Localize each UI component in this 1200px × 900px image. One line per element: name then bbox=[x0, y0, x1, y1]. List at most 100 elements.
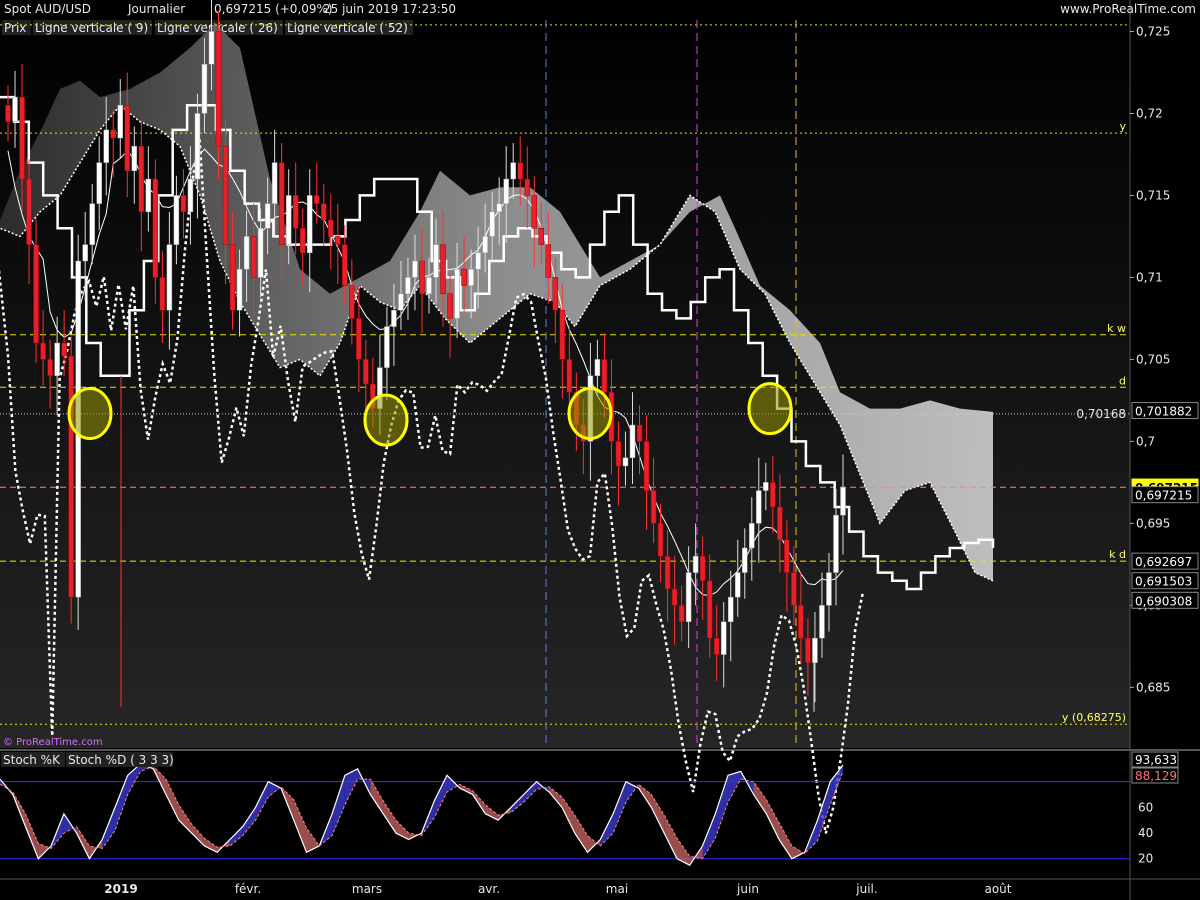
y-tick-label: 0,72 bbox=[1136, 106, 1163, 120]
stoch-tick-label: 40 bbox=[1138, 826, 1153, 840]
candle-body bbox=[784, 539, 790, 573]
price-tag-label: 0,70168 bbox=[1076, 407, 1126, 421]
candle-body bbox=[26, 178, 32, 245]
price-tag-label: 0,697215 bbox=[1135, 489, 1192, 503]
candle-body bbox=[727, 596, 734, 622]
candle-body bbox=[770, 482, 776, 508]
candle-body bbox=[489, 211, 495, 237]
stoch-d-legend[interactable]: Stoch %D ( 3 3 3) bbox=[68, 753, 174, 767]
aud-usd-chart: Spot AUD/USD Journalier 0,697215 (+0,09%… bbox=[0, 0, 1200, 900]
level-label: y bbox=[1119, 120, 1126, 133]
candle-body bbox=[117, 105, 124, 139]
stoch-tick-label: 20 bbox=[1138, 852, 1153, 866]
candle-body bbox=[734, 572, 741, 598]
month-label: juil. bbox=[855, 882, 877, 896]
candle-body bbox=[124, 105, 131, 172]
candle-body bbox=[82, 244, 88, 262]
candle-body bbox=[461, 268, 467, 286]
y-tick-label: 0,725 bbox=[1136, 24, 1170, 38]
candle-body bbox=[426, 277, 432, 295]
candle-body bbox=[194, 113, 201, 180]
candle-body bbox=[166, 244, 173, 311]
candle-body bbox=[447, 293, 453, 319]
candle-body bbox=[720, 621, 727, 655]
candle-body bbox=[243, 236, 250, 270]
header-period: Journalier bbox=[127, 2, 185, 16]
stoch-tick-label: 60 bbox=[1138, 800, 1153, 814]
highlight-circle bbox=[567, 387, 613, 441]
candle-body bbox=[826, 572, 832, 606]
header-last-quote: 0,697215 (+0,09%) bbox=[214, 2, 333, 16]
candle-body bbox=[236, 268, 243, 311]
month-label: août bbox=[984, 882, 1011, 896]
candle-body bbox=[278, 162, 285, 245]
watermark: © ProRealTime.com bbox=[3, 737, 103, 748]
highlight-circle bbox=[67, 387, 113, 441]
candle-body bbox=[40, 342, 46, 360]
header-site[interactable]: www.ProRealTime.com bbox=[1060, 2, 1196, 16]
stoch-k-legend[interactable]: Stoch %K bbox=[3, 753, 61, 767]
y-tick-label: 0,715 bbox=[1136, 188, 1170, 202]
month-label: mars bbox=[352, 882, 382, 896]
candle-body bbox=[742, 547, 748, 573]
candle-body bbox=[110, 129, 117, 139]
highlight-circle bbox=[363, 393, 409, 447]
candle-body bbox=[777, 506, 783, 541]
candle-body bbox=[12, 96, 18, 122]
candle-body bbox=[475, 252, 481, 270]
candle-body bbox=[229, 244, 236, 311]
candle-body bbox=[615, 441, 622, 467]
candle-body bbox=[321, 203, 327, 221]
candle-body bbox=[601, 359, 608, 393]
candle-body bbox=[152, 178, 159, 278]
candle-body bbox=[264, 203, 271, 229]
candle-body bbox=[503, 178, 509, 204]
candle-body bbox=[285, 195, 292, 245]
candle-body bbox=[335, 236, 341, 245]
candle-body bbox=[19, 96, 25, 180]
price-tag-label: 0,690308 bbox=[1135, 594, 1192, 608]
candle-body bbox=[819, 605, 825, 639]
legend-price[interactable]: Prix bbox=[4, 21, 26, 35]
candle-body bbox=[306, 195, 313, 254]
candle-body bbox=[756, 490, 762, 524]
candle-body bbox=[812, 637, 818, 663]
candle-body bbox=[89, 203, 95, 245]
candle-body bbox=[664, 555, 671, 590]
highlight-circle bbox=[747, 382, 793, 436]
candle-body bbox=[671, 588, 678, 606]
y-tick-label: 0,71 bbox=[1136, 270, 1163, 284]
candle-body bbox=[454, 268, 460, 319]
candle-body bbox=[68, 355, 74, 598]
candle-body bbox=[103, 129, 109, 163]
candle-body bbox=[61, 342, 67, 357]
candle-body bbox=[433, 244, 439, 278]
candle-body bbox=[131, 146, 138, 172]
candle-body bbox=[47, 359, 53, 377]
candle-body bbox=[559, 309, 566, 360]
candle-body bbox=[328, 219, 334, 237]
candle-body bbox=[384, 326, 390, 368]
legend-vline52[interactable]: Ligne verticale ( 52) bbox=[287, 21, 408, 35]
candle-body bbox=[685, 572, 692, 622]
candle-body bbox=[657, 523, 664, 557]
month-label: mai bbox=[606, 882, 628, 896]
candle-body bbox=[257, 227, 264, 278]
legend-vline9[interactable]: Ligne verticale ( 9) bbox=[35, 21, 148, 35]
candle-body bbox=[299, 227, 306, 254]
y-tick-label: 0,685 bbox=[1136, 680, 1170, 694]
month-label: 2019 bbox=[104, 882, 137, 896]
candle-body bbox=[138, 146, 145, 213]
candle-body bbox=[440, 244, 446, 295]
candle-body bbox=[636, 424, 643, 442]
candle-body bbox=[96, 162, 102, 204]
candle-body bbox=[342, 244, 348, 286]
candle-body bbox=[54, 342, 60, 377]
candle-body bbox=[405, 277, 411, 295]
candle-body bbox=[840, 487, 846, 516]
candle-body bbox=[650, 490, 657, 524]
candle-body bbox=[180, 195, 187, 213]
header-datetime: 25 juin 2019 17:23:50 bbox=[323, 2, 456, 16]
price-tag-label: 0,691503 bbox=[1135, 575, 1192, 589]
candle-body bbox=[699, 555, 706, 582]
